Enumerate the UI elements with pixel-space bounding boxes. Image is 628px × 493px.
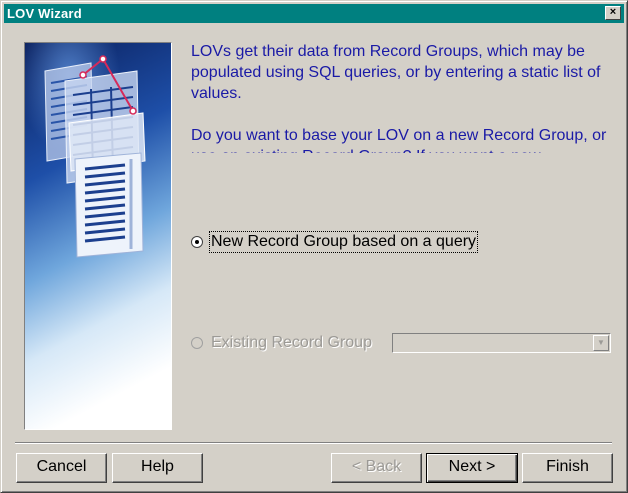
- button-separator: [15, 442, 612, 444]
- finish-button[interactable]: Finish: [522, 453, 613, 483]
- existing-record-group-select[interactable]: ▼: [392, 333, 611, 353]
- next-button[interactable]: Next >: [426, 453, 518, 483]
- existing-record-group-option[interactable]: Existing Record Group: [191, 334, 372, 352]
- close-button[interactable]: ×: [605, 6, 621, 20]
- back-button[interactable]: < Back: [331, 453, 422, 483]
- new-record-group-option[interactable]: New Record Group based on a query: [191, 231, 479, 253]
- new-record-group-radio[interactable]: [191, 236, 203, 248]
- description-paragraph-2: Do you want to base your LOV on a new Re…: [191, 127, 607, 153]
- cancel-button[interactable]: Cancel: [16, 453, 107, 483]
- wizard-illustration: [24, 42, 172, 430]
- help-button[interactable]: Help: [112, 453, 203, 483]
- existing-record-group-label[interactable]: Existing Record Group: [211, 334, 372, 352]
- title-bar[interactable]: LOV Wizard ×: [4, 4, 624, 23]
- wizard-description: LOVs get their data from Record Groups, …: [191, 41, 611, 153]
- new-record-group-label[interactable]: New Record Group based on a query: [208, 231, 479, 253]
- chevron-down-icon[interactable]: ▼: [593, 335, 609, 351]
- description-paragraph-1: LOVs get their data from Record Groups, …: [191, 43, 601, 102]
- window-title: LOV Wizard: [7, 6, 82, 21]
- lov-wizard-window: LOV Wizard × LOVs get their data from Re…: [0, 0, 628, 493]
- record-group-illustration-icon: [25, 43, 171, 429]
- existing-record-group-radio[interactable]: [191, 337, 203, 349]
